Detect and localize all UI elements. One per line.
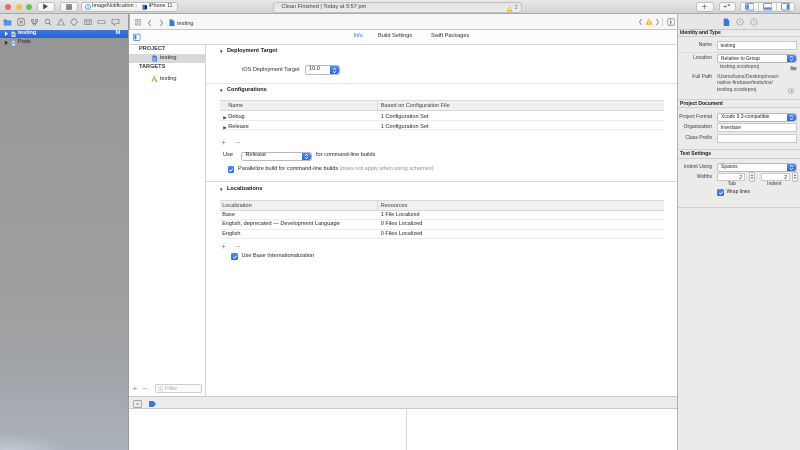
svg-text:?: ?	[753, 19, 756, 24]
